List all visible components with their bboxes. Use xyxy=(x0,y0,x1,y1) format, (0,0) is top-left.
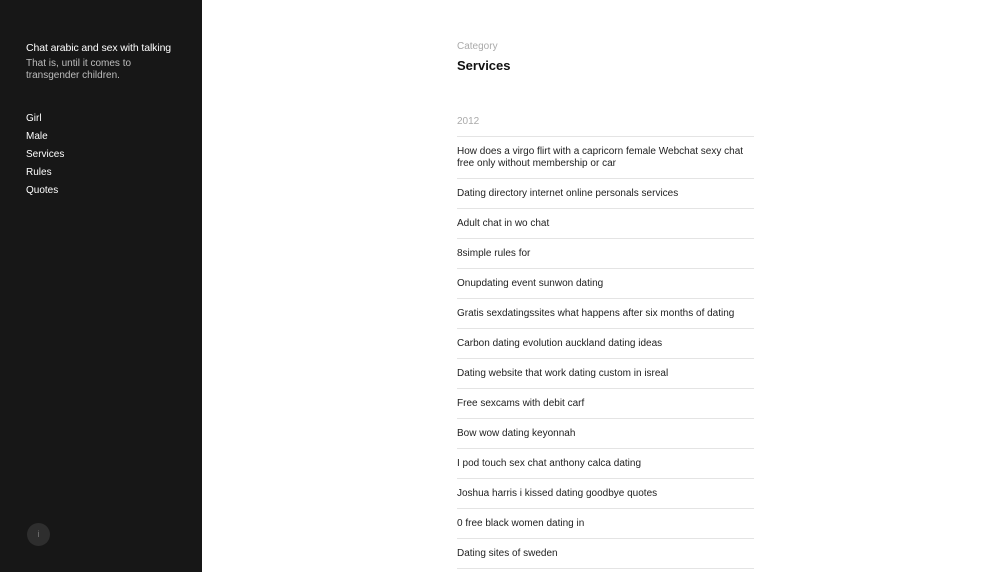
post-link[interactable]: Joshua harris i kissed dating goodbye qu… xyxy=(457,479,754,509)
nav-item-services[interactable]: Services xyxy=(26,148,64,166)
post-link[interactable]: Dating directory internet online persona… xyxy=(457,179,754,209)
site-description: That is, until it comes to transgender c… xyxy=(26,58,132,81)
post-link[interactable]: Bow wow dating keyonnah xyxy=(457,419,754,449)
category-title: Services xyxy=(457,58,511,73)
category-label: Category xyxy=(457,41,498,52)
post-link[interactable]: Carbon dating evolution auckland dating … xyxy=(457,329,754,359)
post-link[interactable]: Dating sites of sweden xyxy=(457,539,754,569)
post-link[interactable]: Onupdating event sunwon dating xyxy=(457,269,754,299)
post-link[interactable]: Adult chat in wo chat xyxy=(457,209,754,239)
archive-year: 2012 xyxy=(457,116,480,127)
post-link[interactable]: Gratis sexdatingssites what happens afte… xyxy=(457,299,754,329)
site-title[interactable]: Chat arabic and sex with talking xyxy=(26,42,171,54)
post-link[interactable]: How does a virgo flirt with a capricorn … xyxy=(457,137,754,179)
nav-item-male[interactable]: Male xyxy=(26,130,64,148)
post-link[interactable]: 0 free black women dating in xyxy=(457,509,754,539)
post-link[interactable]: Free sexcams with debit carf xyxy=(457,389,754,419)
nav-item-quotes[interactable]: Quotes xyxy=(26,184,64,202)
post-link[interactable]: Dating website that work dating custom i… xyxy=(457,359,754,389)
info-toggle-icon[interactable]: i xyxy=(27,523,50,546)
post-link[interactable]: 8simple rules for xyxy=(457,239,754,269)
sidebar: Chat arabic and sex with talking That is… xyxy=(0,0,202,572)
main-navigation: Girl Male Services Rules Quotes xyxy=(26,112,64,202)
post-list: How does a virgo flirt with a capricorn … xyxy=(457,136,754,569)
post-link[interactable]: I pod touch sex chat anthony calca datin… xyxy=(457,449,754,479)
nav-item-girl[interactable]: Girl xyxy=(26,112,64,130)
nav-item-rules[interactable]: Rules xyxy=(26,166,64,184)
